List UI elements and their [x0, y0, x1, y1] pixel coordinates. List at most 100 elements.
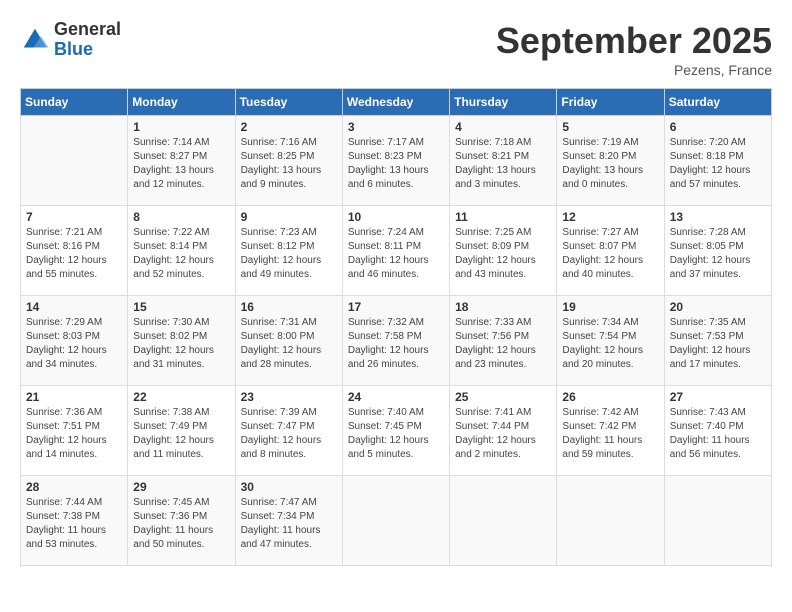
day-number: 4 — [455, 120, 551, 134]
day-info: Sunrise: 7:22 AM Sunset: 8:14 PM Dayligh… — [133, 226, 229, 282]
day-info: Sunrise: 7:18 AM Sunset: 8:21 PM Dayligh… — [455, 136, 551, 192]
day-info: Sunrise: 7:43 AM Sunset: 7:40 PM Dayligh… — [670, 406, 766, 462]
day-info: Sunrise: 7:27 AM Sunset: 8:07 PM Dayligh… — [562, 226, 658, 282]
calendar-cell — [450, 476, 557, 566]
calendar-cell: 23Sunrise: 7:39 AM Sunset: 7:47 PM Dayli… — [235, 386, 342, 476]
day-number: 13 — [670, 210, 766, 224]
day-number: 24 — [348, 390, 444, 404]
day-info: Sunrise: 7:14 AM Sunset: 8:27 PM Dayligh… — [133, 136, 229, 192]
day-info: Sunrise: 7:34 AM Sunset: 7:54 PM Dayligh… — [562, 316, 658, 372]
calendar-table: SundayMondayTuesdayWednesdayThursdayFrid… — [20, 88, 772, 566]
day-info: Sunrise: 7:20 AM Sunset: 8:18 PM Dayligh… — [670, 136, 766, 192]
calendar-cell: 30 Sunrise: 7:47 AM Sunset: 7:34 PM Dayli… — [235, 476, 342, 566]
calendar-cell: 22 Sunrise: 7:38 AM Sunset: 7:49 PM Dayli… — [128, 386, 235, 476]
header-friday: Friday — [557, 89, 664, 116]
day-number: 5 — [562, 120, 658, 134]
calendar-cell: 27 Sunrise: 7:43 AM Sunset: 7:40 PM Dayli… — [664, 386, 771, 476]
day-info: Sunrise: 7:32 AM Sunset: 7:58 PM Dayligh… — [348, 316, 444, 372]
day-number: 22 — [133, 390, 229, 404]
logo-general-text: General — [54, 20, 121, 40]
day-number: 2 — [241, 120, 337, 134]
day-info: Sunrise: 7:40 AM Sunset: 7:45 PM Dayligh… — [348, 406, 444, 462]
day-number: 27 — [670, 390, 766, 404]
month-title: September 2025 — [496, 20, 772, 62]
calendar-cell: 4 Sunrise: 7:18 AM Sunset: 8:21 PM Daylig… — [450, 116, 557, 206]
calendar-cell: 9Sunrise: 7:23 AM Sunset: 8:12 PM Daylig… — [235, 206, 342, 296]
week-row-4: 21 Sunrise: 7:36 AM Sunset: 7:51 PM Dayli… — [21, 386, 772, 476]
calendar-cell: 13 Sunrise: 7:28 AM Sunset: 8:05 PM Dayli… — [664, 206, 771, 296]
header-monday: Monday — [128, 89, 235, 116]
day-info: Sunrise: 7:45 AM Sunset: 7:36 PM Dayligh… — [133, 496, 229, 552]
day-number: 21 — [26, 390, 122, 404]
day-number: 16 — [241, 300, 337, 314]
calendar-cell — [342, 476, 449, 566]
day-info: Sunrise: 7:24 AM Sunset: 8:11 PM Dayligh… — [348, 226, 444, 282]
calendar-cell — [557, 476, 664, 566]
day-info: Sunrise: 7:29 AM Sunset: 8:03 PM Dayligh… — [26, 316, 122, 372]
day-info: Sunrise: 7:36 AM Sunset: 7:51 PM Dayligh… — [26, 406, 122, 462]
calendar-cell: 25 Sunrise: 7:41 AM Sunset: 7:44 PM Dayli… — [450, 386, 557, 476]
header-row: SundayMondayTuesdayWednesdayThursdayFrid… — [21, 89, 772, 116]
calendar-cell: 12Sunrise: 7:27 AM Sunset: 8:07 PM Dayli… — [557, 206, 664, 296]
header-wednesday: Wednesday — [342, 89, 449, 116]
logo-blue-text: Blue — [54, 40, 121, 60]
logo: General Blue — [20, 20, 121, 60]
calendar-cell: 11Sunrise: 7:25 AM Sunset: 8:09 PM Dayli… — [450, 206, 557, 296]
calendar-cell: 20Sunrise: 7:35 AM Sunset: 7:53 PM Dayli… — [664, 296, 771, 386]
location: Pezens, France — [496, 62, 772, 78]
calendar-cell: 1 Sunrise: 7:14 AM Sunset: 8:27 PM Daylig… — [128, 116, 235, 206]
calendar-cell: 3Sunrise: 7:17 AM Sunset: 8:23 PM Daylig… — [342, 116, 449, 206]
calendar-cell: 29 Sunrise: 7:45 AM Sunset: 7:36 PM Dayli… — [128, 476, 235, 566]
day-number: 17 — [348, 300, 444, 314]
day-info: Sunrise: 7:25 AM Sunset: 8:09 PM Dayligh… — [455, 226, 551, 282]
day-number: 6 — [670, 120, 766, 134]
calendar-cell: 21 Sunrise: 7:36 AM Sunset: 7:51 PM Dayli… — [21, 386, 128, 476]
day-number: 23 — [241, 390, 337, 404]
week-row-1: 1 Sunrise: 7:14 AM Sunset: 8:27 PM Daylig… — [21, 116, 772, 206]
calendar-cell: 19 Sunrise: 7:34 AM Sunset: 7:54 PM Dayli… — [557, 296, 664, 386]
page-header: General Blue September 2025 Pezens, Fran… — [20, 20, 772, 78]
day-info: Sunrise: 7:42 AM Sunset: 7:42 PM Dayligh… — [562, 406, 658, 462]
calendar-cell: 5 Sunrise: 7:19 AM Sunset: 8:20 PM Daylig… — [557, 116, 664, 206]
day-info: Sunrise: 7:19 AM Sunset: 8:20 PM Dayligh… — [562, 136, 658, 192]
day-number: 25 — [455, 390, 551, 404]
day-number: 18 — [455, 300, 551, 314]
day-info: Sunrise: 7:35 AM Sunset: 7:53 PM Dayligh… — [670, 316, 766, 372]
day-info: Sunrise: 7:47 AM Sunset: 7:34 PM Dayligh… — [241, 496, 337, 552]
day-number: 29 — [133, 480, 229, 494]
day-info: Sunrise: 7:21 AM Sunset: 8:16 PM Dayligh… — [26, 226, 122, 282]
day-number: 28 — [26, 480, 122, 494]
day-info: Sunrise: 7:31 AM Sunset: 8:00 PM Dayligh… — [241, 316, 337, 372]
header-tuesday: Tuesday — [235, 89, 342, 116]
calendar-cell: 17 Sunrise: 7:32 AM Sunset: 7:58 PM Dayli… — [342, 296, 449, 386]
calendar-cell: 26 Sunrise: 7:42 AM Sunset: 7:42 PM Dayli… — [557, 386, 664, 476]
day-info: Sunrise: 7:28 AM Sunset: 8:05 PM Dayligh… — [670, 226, 766, 282]
week-row-3: 14 Sunrise: 7:29 AM Sunset: 8:03 PM Dayli… — [21, 296, 772, 386]
calendar-cell — [21, 116, 128, 206]
day-number: 1 — [133, 120, 229, 134]
day-number: 14 — [26, 300, 122, 314]
calendar-cell: 28Sunrise: 7:44 AM Sunset: 7:38 PM Dayli… — [21, 476, 128, 566]
calendar-cell: 10 Sunrise: 7:24 AM Sunset: 8:11 PM Dayli… — [342, 206, 449, 296]
calendar-cell: 7 Sunrise: 7:21 AM Sunset: 8:16 PM Daylig… — [21, 206, 128, 296]
calendar-cell: 18 Sunrise: 7:33 AM Sunset: 7:56 PM Dayli… — [450, 296, 557, 386]
day-number: 19 — [562, 300, 658, 314]
day-info: Sunrise: 7:30 AM Sunset: 8:02 PM Dayligh… — [133, 316, 229, 372]
week-row-2: 7 Sunrise: 7:21 AM Sunset: 8:16 PM Daylig… — [21, 206, 772, 296]
day-info: Sunrise: 7:41 AM Sunset: 7:44 PM Dayligh… — [455, 406, 551, 462]
day-info: Sunrise: 7:38 AM Sunset: 7:49 PM Dayligh… — [133, 406, 229, 462]
day-number: 30 — [241, 480, 337, 494]
calendar-cell — [664, 476, 771, 566]
day-number: 10 — [348, 210, 444, 224]
day-info: Sunrise: 7:23 AM Sunset: 8:12 PM Dayligh… — [241, 226, 337, 282]
day-number: 26 — [562, 390, 658, 404]
header-sunday: Sunday — [21, 89, 128, 116]
day-info: Sunrise: 7:33 AM Sunset: 7:56 PM Dayligh… — [455, 316, 551, 372]
day-number: 7 — [26, 210, 122, 224]
day-number: 3 — [348, 120, 444, 134]
calendar-cell: 14 Sunrise: 7:29 AM Sunset: 8:03 PM Dayli… — [21, 296, 128, 386]
calendar-cell: 24 Sunrise: 7:40 AM Sunset: 7:45 PM Dayli… — [342, 386, 449, 476]
calendar-cell: 16 Sunrise: 7:31 AM Sunset: 8:00 PM Dayli… — [235, 296, 342, 386]
calendar-cell: 8Sunrise: 7:22 AM Sunset: 8:14 PM Daylig… — [128, 206, 235, 296]
title-area: September 2025 Pezens, France — [496, 20, 772, 78]
